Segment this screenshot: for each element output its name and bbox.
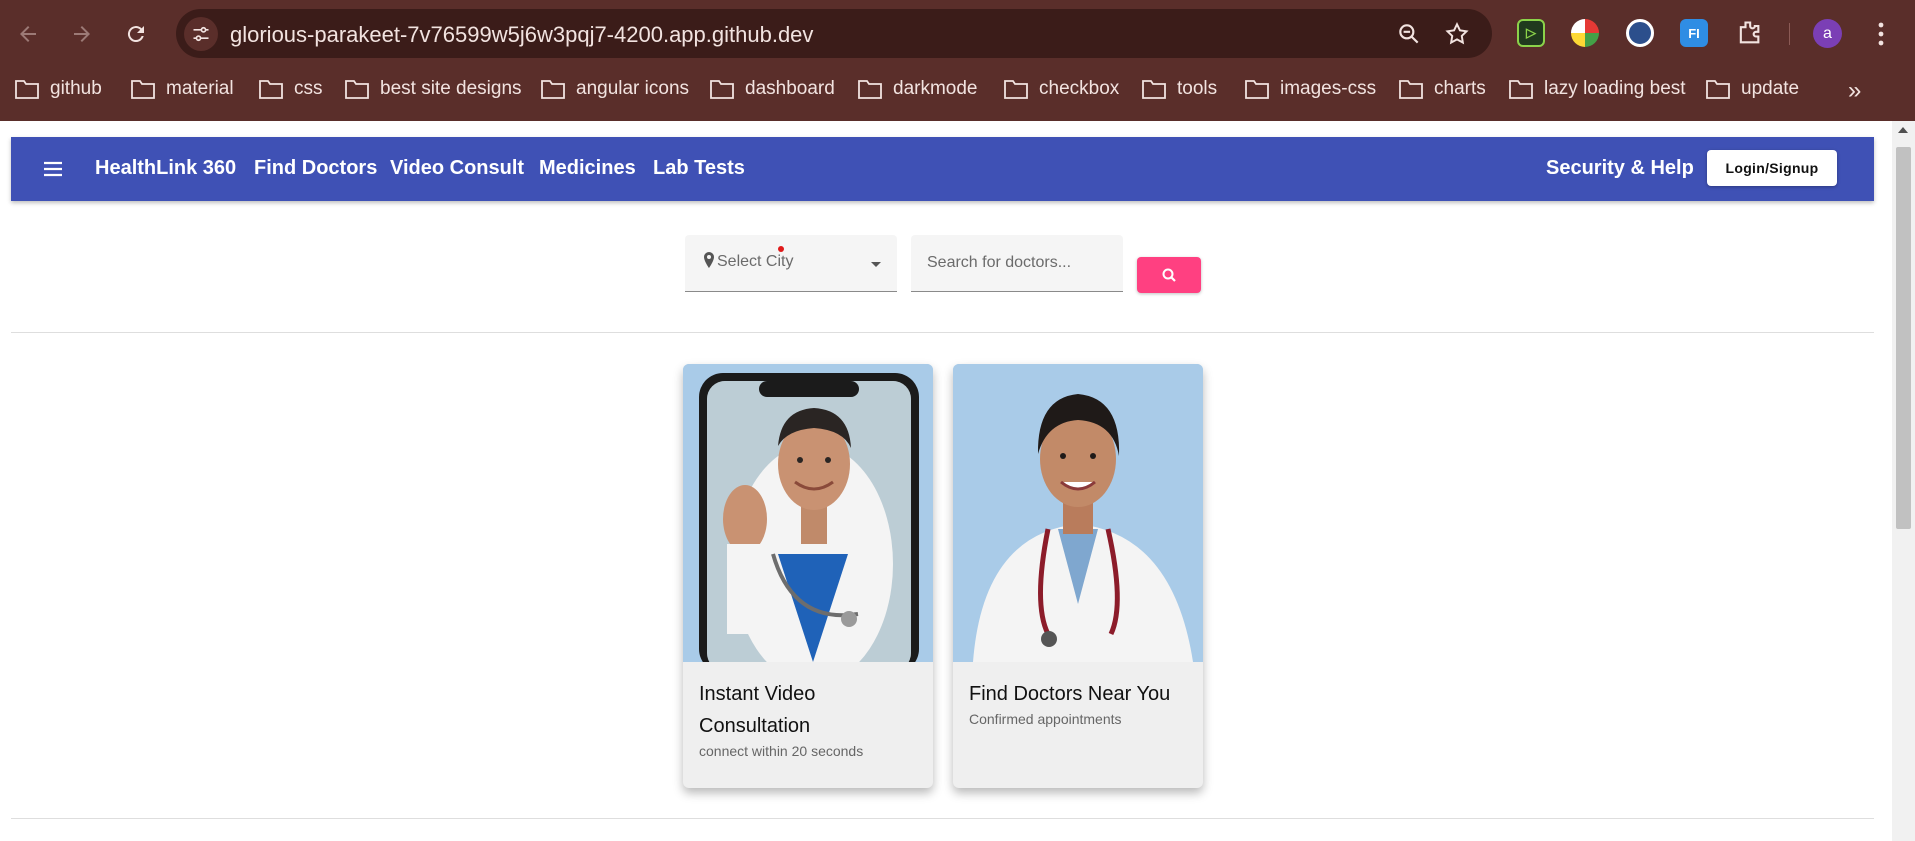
bookmark-label: best site designs [380, 78, 522, 99]
address-bar[interactable]: glorious-parakeet-7v76599w5j6w3pqj7-4200… [176, 9, 1492, 58]
bookmark-folder[interactable]: update [1705, 76, 1799, 102]
folder-icon [1245, 80, 1269, 99]
bookmark-folder[interactable]: darkmode [857, 76, 978, 102]
folder-icon [131, 80, 155, 99]
bookmark-label: css [294, 78, 323, 99]
folder-icon [1509, 80, 1533, 99]
page-scrollbar[interactable] [1892, 121, 1915, 841]
bookmark-folder[interactable]: checkbox [1003, 76, 1119, 102]
menu-icon[interactable] [41, 157, 65, 181]
nav-medicines[interactable]: Medicines [539, 157, 636, 180]
scrollbar-thumb[interactable] [1896, 147, 1911, 529]
fi-extension-icon[interactable]: FI [1680, 19, 1708, 47]
brand-link[interactable]: HealthLink 360 [95, 157, 236, 180]
folder-icon [259, 80, 283, 99]
find-doctors-image [953, 364, 1203, 662]
folder-icon [345, 80, 369, 99]
folder-icon [710, 80, 734, 99]
page-viewport: HealthLink 360 Find Doctors Video Consul… [0, 121, 1892, 841]
back-button[interactable] [10, 16, 46, 52]
card-title: Find Doctors Near You [969, 683, 1171, 705]
zoom-icon[interactable] [1396, 21, 1422, 47]
colorwheel-extension-icon[interactable] [1571, 19, 1599, 47]
folder-icon [858, 80, 882, 99]
nav-lab-tests[interactable]: Lab Tests [653, 157, 745, 180]
toolbar-divider [1789, 23, 1790, 45]
bookmark-folder[interactable]: dashboard [709, 76, 835, 102]
section-divider [11, 818, 1874, 819]
app-toolbar: HealthLink 360 Find Doctors Video Consul… [11, 137, 1874, 201]
reload-icon [127, 26, 144, 43]
bookmark-folder[interactable]: material [130, 76, 234, 102]
scroll-up-arrow-icon[interactable] [1898, 127, 1908, 133]
forward-button[interactable] [64, 16, 100, 52]
female-doctor-image [953, 364, 1203, 662]
city-select-placeholder: Select City [717, 253, 794, 270]
bookmark-label: angular icons [576, 78, 690, 99]
bookmark-label: darkmode [893, 78, 978, 99]
site-info-button[interactable] [184, 17, 218, 51]
more-vert-icon[interactable] [1871, 18, 1891, 50]
folder-icon [1399, 80, 1423, 99]
folder-icon [1142, 80, 1166, 99]
bookmark-label: github [50, 78, 102, 99]
reload-button[interactable] [118, 16, 154, 52]
bookmark-label: lazy loading best [1544, 78, 1686, 99]
globe-extension-icon[interactable] [1626, 19, 1654, 47]
folder-icon [15, 80, 39, 99]
required-indicator [778, 246, 784, 252]
search-bar: Select City [0, 235, 1892, 295]
section-divider [11, 332, 1874, 333]
puzzle-icon[interactable] [1735, 19, 1763, 47]
profile-avatar[interactable]: a [1813, 19, 1842, 48]
video-consult-card[interactable]: Instant Video Consultation connect withi… [683, 364, 933, 788]
find-doctors-card[interactable]: Find Doctors Near You Confirmed appointm… [953, 364, 1203, 788]
bookmark-folder[interactable]: tools [1141, 76, 1217, 102]
arrow-right-icon [74, 26, 90, 42]
bookmark-folder[interactable]: lazy loading best [1508, 76, 1686, 102]
doctor-on-phone-image [683, 364, 933, 662]
bookmark-label: update [1741, 78, 1800, 99]
video-consult-image [683, 364, 933, 662]
bookmark-folder[interactable]: best site designs [344, 76, 522, 102]
search-button[interactable] [1137, 257, 1201, 293]
url-text: glorious-parakeet-7v76599w5j6w3pqj7-4200… [230, 22, 814, 47]
nav-find-doctors[interactable]: Find Doctors [254, 157, 377, 180]
browser-toolbar: glorious-parakeet-7v76599w5j6w3pqj7-4200… [0, 0, 1915, 67]
bookmark-label: tools [1177, 78, 1218, 99]
bookmark-folder[interactable]: angular icons [540, 76, 689, 102]
card-subtitle: Confirmed appointments [969, 711, 1122, 727]
more-bookmarks-button[interactable]: » [1848, 77, 1861, 105]
arrow-left-icon [20, 26, 36, 42]
security-help-link[interactable]: Security & Help [1546, 157, 1694, 180]
card-subtitle: connect within 20 seconds [699, 743, 864, 759]
browser-chrome: glorious-parakeet-7v76599w5j6w3pqj7-4200… [0, 0, 1915, 121]
folder-icon [1706, 80, 1730, 99]
bookmark-folder[interactable]: charts [1398, 76, 1486, 102]
bookmark-folder[interactable]: github [14, 76, 102, 102]
search-icon [1162, 268, 1176, 282]
card-title: Instant Video Consultation [699, 683, 816, 737]
folder-icon [1004, 80, 1028, 99]
nav-video-consult[interactable]: Video Consult [390, 157, 524, 180]
star-icon[interactable] [1444, 21, 1470, 47]
folder-icon [541, 80, 565, 99]
bookmark-label: dashboard [745, 78, 835, 99]
bookmark-label: checkbox [1039, 78, 1120, 99]
bookmark-label: charts [1434, 78, 1486, 99]
bookmark-label: images-css [1280, 78, 1377, 99]
location-pin-icon [704, 252, 714, 268]
city-select[interactable]: Select City [685, 235, 897, 292]
doctor-search-input[interactable] [911, 235, 1123, 292]
dropdown-arrow-icon [871, 262, 881, 267]
login-signup-button[interactable]: Login/Signup [1707, 150, 1837, 186]
play-extension-icon[interactable]: ▷ [1517, 19, 1545, 47]
bookmark-folder[interactable]: css [258, 76, 323, 102]
bookmark-folder[interactable]: images-css [1244, 76, 1376, 102]
bookmarks-bar: github material css best site designs an… [0, 67, 1915, 110]
tune-icon [193, 26, 209, 42]
bookmark-label: material [166, 78, 234, 99]
